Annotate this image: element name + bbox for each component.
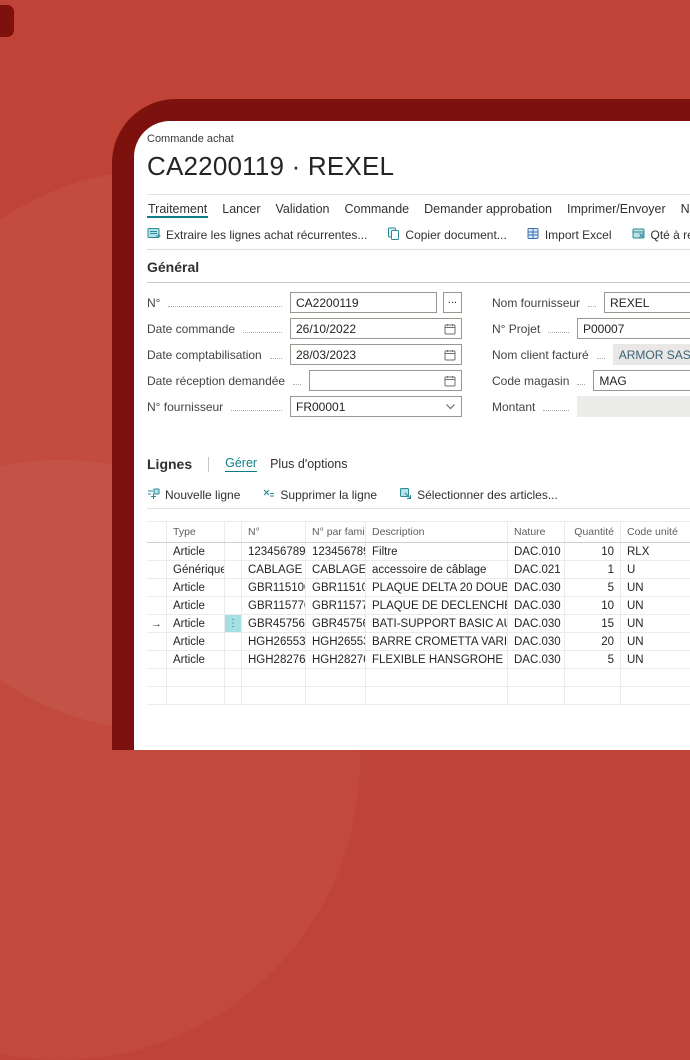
no-fournisseur-input[interactable]: FR00001 xyxy=(290,396,462,417)
date-reception-input[interactable] xyxy=(309,370,462,391)
copy-document-icon xyxy=(387,227,400,243)
nom-fournisseur-input[interactable]: REXEL xyxy=(604,292,690,313)
date-commande-input[interactable]: 26/10/2022 xyxy=(290,318,462,339)
field-nom-client-facture: Nom client facturé ARMOR SAS xyxy=(492,344,690,365)
calendar-icon[interactable] xyxy=(444,375,456,387)
delete-line-icon xyxy=(262,487,275,503)
general-left-column: N° CA2200119 ... Date commande 26/10/202… xyxy=(147,292,462,422)
assist-edit-button[interactable]: ... xyxy=(443,292,462,313)
menu-item-demander-approbation[interactable]: Demander approbation xyxy=(423,200,553,218)
field-no-projet: N° Projet P00007 xyxy=(492,318,690,339)
menu-item-naviguer[interactable]: Naviguer xyxy=(680,200,690,218)
table-row[interactable]: Article 12345678901 12345678901 Filtre D… xyxy=(147,543,690,561)
field-date-comptabilisation: Date comptabilisation 28/03/2023 xyxy=(147,344,462,365)
table-row-selected[interactable]: → Article ⋮ GBR4575650... GBR4575650... … xyxy=(147,615,690,633)
purchase-order-page: Commande achat CA2200119 · REXEL Traitem… xyxy=(134,121,690,750)
action-supprimer-ligne[interactable]: Supprimer la ligne xyxy=(262,487,377,503)
lines-table: Type N° N° par famille Description Natur… xyxy=(147,521,690,705)
table-row[interactable]: Article GBR1151001... GBR1151001... PLAQ… xyxy=(147,579,690,597)
page-title: CA2200119 · REXEL xyxy=(147,151,690,182)
date-comptabilisation-input[interactable]: 28/03/2023 xyxy=(290,344,462,365)
table-row[interactable]: Générique CABLAGE CABLAGE accessoire de … xyxy=(147,561,690,579)
table-row[interactable]: Article GBR1157701... GBR1157701... PLAQ… xyxy=(147,597,690,615)
calendar-icon[interactable] xyxy=(444,323,456,335)
title-divider xyxy=(147,194,690,195)
field-no: N° CA2200119 ... xyxy=(147,292,462,313)
lines-toolbar-divider xyxy=(147,508,690,509)
section-general-rule xyxy=(147,282,690,283)
section-general-title[interactable]: Général xyxy=(147,259,690,275)
action-bar: Extraire les lignes achat récurrentes...… xyxy=(147,224,690,246)
field-date-commande: Date commande 26/10/2022 xyxy=(147,318,462,339)
field-montant: Montant xyxy=(492,396,690,417)
action-qty-to-receive-zero[interactable]: Qté à recevoir à zéro xyxy=(632,228,690,243)
lines-header: Lignes Gérer Plus d'options xyxy=(147,455,690,473)
header-famille[interactable]: N° par famille xyxy=(306,522,366,542)
header-description[interactable]: Description xyxy=(366,522,508,542)
tab-plus-options[interactable]: Plus d'options xyxy=(270,457,347,471)
header-type[interactable]: Type xyxy=(167,522,225,542)
action-copier-document[interactable]: Copier document... xyxy=(387,227,506,243)
no-input[interactable]: CA2200119 xyxy=(290,292,437,313)
action-import-excel[interactable]: Import Excel xyxy=(527,227,612,243)
menu-item-traitement[interactable]: Traitement xyxy=(147,200,208,218)
field-date-reception-demandee: Date réception demandée xyxy=(147,370,462,391)
menu-item-lancer[interactable]: Lancer xyxy=(221,200,261,218)
field-nom-fournisseur: Nom fournisseur REXEL xyxy=(492,292,690,313)
header-nature[interactable]: Nature xyxy=(508,522,565,542)
table-row-empty[interactable] xyxy=(147,669,690,687)
calendar-icon[interactable] xyxy=(444,349,456,361)
row-selector-arrow-icon: → xyxy=(147,615,167,632)
no-projet-input[interactable]: P00007 xyxy=(577,318,690,339)
lines-separator xyxy=(208,457,209,472)
code-magasin-input[interactable]: MAG xyxy=(593,370,690,391)
menu-item-commande[interactable]: Commande xyxy=(344,200,411,218)
chevron-down-icon[interactable] xyxy=(445,403,456,411)
header-quantite[interactable]: Quantité xyxy=(565,522,621,542)
menu-item-validation[interactable]: Validation xyxy=(275,200,331,218)
menu-item-imprimer-envoyer[interactable]: Imprimer/Envoyer xyxy=(566,200,667,218)
header-no[interactable]: N° xyxy=(242,522,306,542)
page-caption: Commande achat xyxy=(147,133,690,145)
table-header-row: Type N° N° par famille Description Natur… xyxy=(147,522,690,543)
tab-gerer[interactable]: Gérer xyxy=(225,456,257,472)
import-excel-icon xyxy=(527,227,540,243)
action-nouvelle-ligne[interactable]: Nouvelle ligne xyxy=(147,487,240,503)
header-code-unite[interactable]: Code unité xyxy=(621,522,690,542)
section-lines-title[interactable]: Lignes xyxy=(147,456,192,472)
table-row[interactable]: Article HGH28276000 HGH28276000 FLEXIBLE… xyxy=(147,651,690,669)
field-no-fournisseur: N° fournisseur FR00001 xyxy=(147,396,462,417)
action-selectionner-articles[interactable]: Sélectionner des articles... xyxy=(399,487,558,503)
table-row[interactable]: Article HGH26553400 HGH26553400 BARRE CR… xyxy=(147,633,690,651)
field-code-magasin: Code magasin MAG xyxy=(492,370,690,391)
general-fields: N° CA2200119 ... Date commande 26/10/202… xyxy=(147,292,690,422)
select-items-icon xyxy=(399,487,412,503)
extract-recurring-lines-icon xyxy=(147,227,161,243)
action-extract-recurring-lines[interactable]: Extraire les lignes achat récurrentes... xyxy=(147,227,367,243)
lines-toolbar: Nouvelle ligne Supprimer la ligne Sélect… xyxy=(147,484,690,506)
row-menu-dots-icon[interactable]: ⋮ xyxy=(225,615,242,632)
qty-to-receive-zero-icon xyxy=(632,228,646,243)
corner-decoration xyxy=(0,5,14,37)
nom-client-facture-field: ARMOR SAS xyxy=(613,344,690,365)
montant-field xyxy=(577,396,690,417)
general-right-column: Nom fournisseur REXEL N° Projet P00007 N… xyxy=(492,292,690,422)
menu-bar: Traitement Lancer Validation Commande De… xyxy=(147,198,690,219)
new-line-icon xyxy=(147,487,160,503)
actionbar-divider xyxy=(147,249,690,250)
